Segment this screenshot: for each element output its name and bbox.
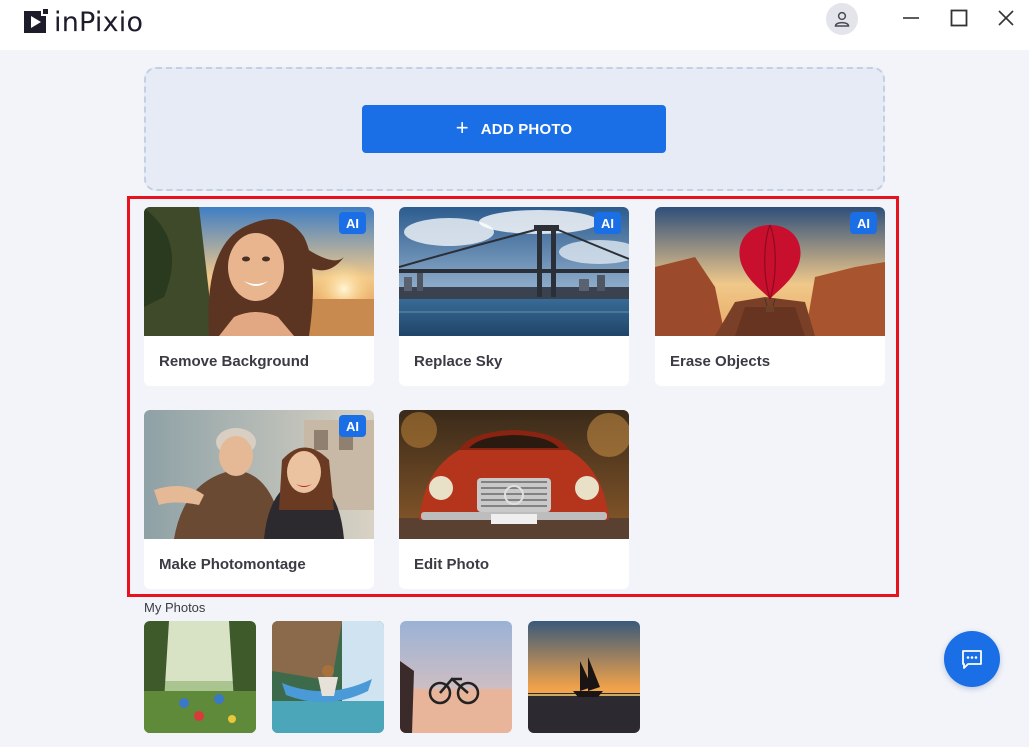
feature-card-make-photomontage[interactable]: AI Make Photomontage	[144, 410, 374, 589]
ai-badge: AI	[339, 212, 366, 234]
ai-badge: AI	[594, 212, 621, 234]
feature-label: Replace Sky	[414, 353, 503, 370]
photo-drop-zone[interactable]: + ADD PHOTO	[144, 67, 885, 191]
photo-thumbnail[interactable]	[144, 621, 256, 733]
plus-icon: +	[455, 115, 469, 140]
feature-label: Remove Background	[159, 353, 310, 370]
feature-card-edit-photo[interactable]: Edit Photo	[399, 410, 629, 589]
feature-card-remove-background[interactable]: AI Remove Background	[144, 207, 374, 386]
maximize-button[interactable]	[941, 3, 977, 33]
photo-thumbnail[interactable]	[528, 621, 640, 733]
close-button[interactable]	[988, 3, 1024, 33]
photo-thumbnail[interactable]	[272, 621, 384, 733]
feature-label: Edit Photo	[414, 556, 489, 573]
close-icon	[998, 10, 1014, 26]
feature-card-replace-sky[interactable]: AI Replace Sky	[399, 207, 629, 386]
app-logo: inPixio	[22, 6, 143, 38]
add-photo-button[interactable]: + ADD PHOTO	[362, 105, 666, 153]
add-photo-label: ADD PHOTO	[480, 120, 573, 138]
app-name: inPixio	[54, 6, 144, 38]
maximize-icon	[950, 9, 968, 27]
feature-label: Erase Objects	[670, 353, 771, 370]
account-button[interactable]	[826, 3, 858, 35]
ai-badge: AI	[850, 212, 877, 234]
feature-label: Make Photomontage	[159, 556, 306, 573]
feature-card-erase-objects[interactable]: AI Erase Objects	[655, 207, 885, 386]
play-logo-icon	[24, 9, 48, 33]
user-icon	[834, 11, 850, 27]
minimize-icon	[903, 17, 919, 19]
photo-thumbnail[interactable]	[400, 621, 512, 733]
chat-icon	[962, 650, 982, 669]
feature-image	[399, 410, 629, 539]
minimize-button[interactable]	[893, 3, 929, 33]
chat-button[interactable]	[944, 631, 1000, 687]
title-bar: inPixio	[0, 0, 1029, 50]
ai-badge: AI	[339, 415, 366, 437]
my-photos-title: My Photos	[144, 600, 206, 615]
